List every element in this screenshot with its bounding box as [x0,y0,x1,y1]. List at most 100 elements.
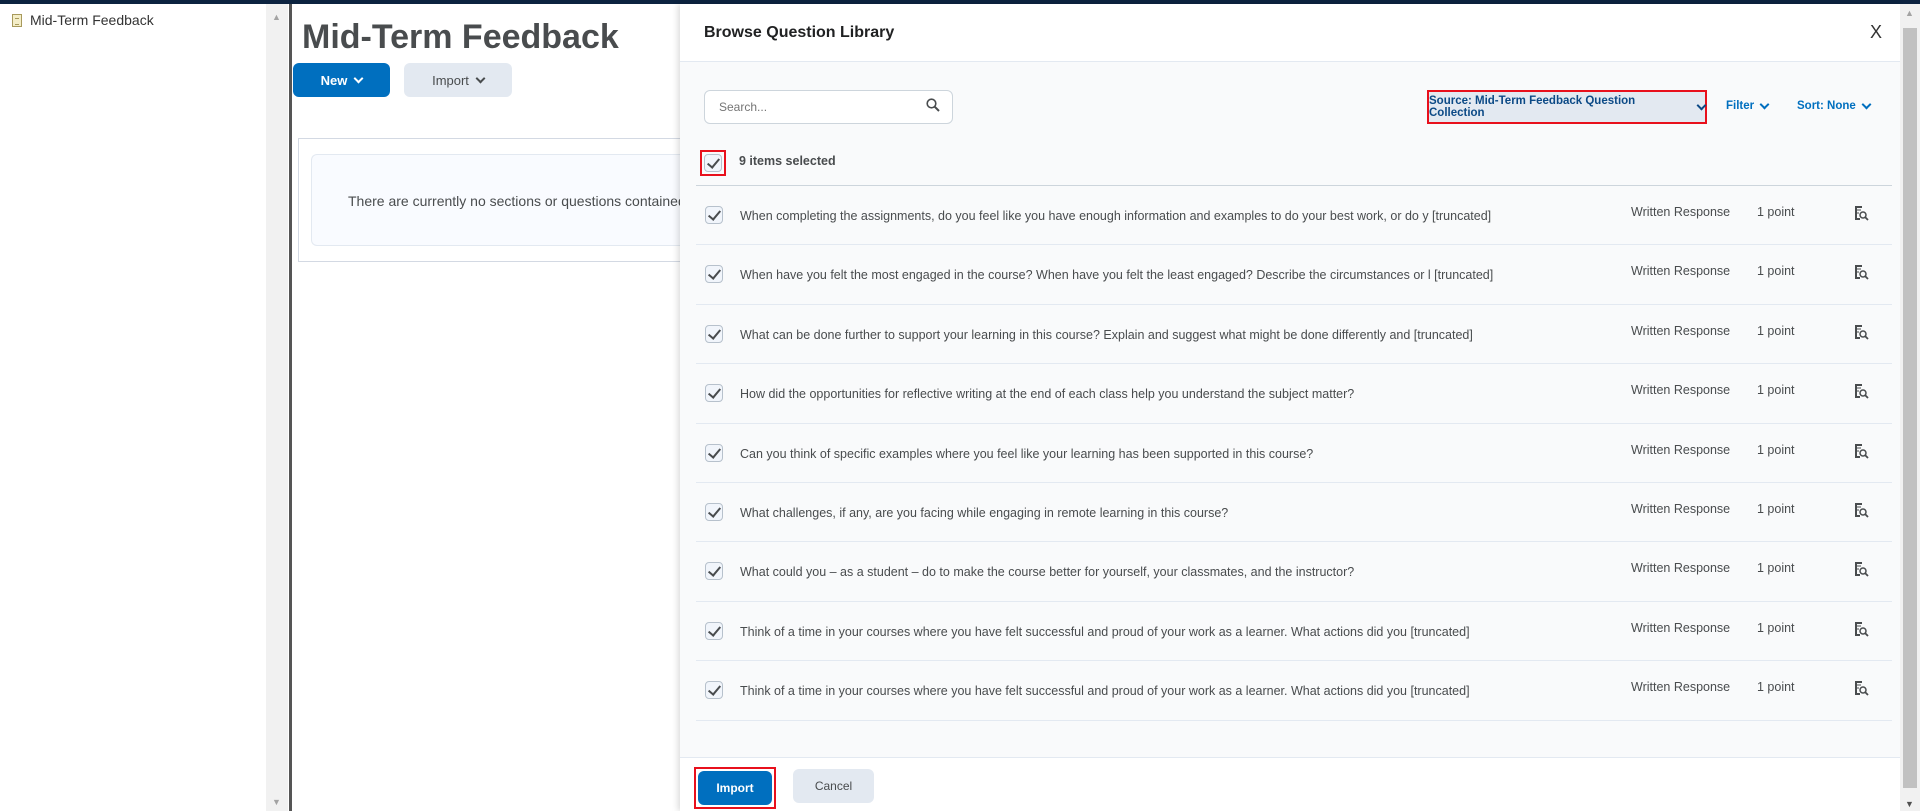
import-button-label: Import [716,781,754,795]
question-text: What can be done further to support your… [740,327,1473,342]
question-text: What challenges, if any, are you facing … [740,505,1229,520]
question-text: What could you – as a student – do to ma… [740,565,1355,580]
question-row[interactable]: Think of a time in your courses where yo… [696,602,1892,662]
preview-icon[interactable] [1853,264,1869,281]
question-list: When completing the assignments, do you … [696,185,1892,721]
question-points: 1 point [1757,383,1795,398]
question-checkbox[interactable] [705,681,723,700]
question-text: Think of a time in your courses where yo… [740,684,1470,699]
question-type: Written Response [1631,264,1731,279]
question-points: 1 point [1757,561,1795,576]
dialog-title: Browse Question Library [704,24,895,41]
dialog-header: Browse Question Library X [680,4,1900,62]
question-text: When completing the assignments, do you … [740,209,1492,223]
browse-question-library-dialog: Browse Question Library X Source: Mid-Te… [680,4,1900,811]
preview-icon[interactable] [1853,383,1869,399]
question-type: Written Response [1631,501,1731,516]
question-text: When have you felt the most engaged in t… [740,268,1494,283]
import-highlight: Import [694,767,776,809]
question-checkbox[interactable] [705,384,723,403]
preview-icon[interactable] [1853,621,1869,637]
sort-dropdown[interactable]: Sort: None [1797,99,1872,112]
question-row[interactable]: What challenges, if any, are you facing … [696,483,1892,543]
filter-label: Filter [1726,100,1755,112]
chevron-down-icon [1759,99,1770,109]
question-checkbox[interactable] [705,206,723,224]
question-type: Written Response [1631,383,1731,398]
page-title: Mid-Term Feedback [302,18,619,56]
document-icon [12,13,22,27]
chevron-down-icon [1696,100,1707,110]
question-row[interactable]: How did the opportunities for reflective… [696,364,1892,424]
sidebar: Mid-Term Feedback [0,4,266,811]
question-checkbox[interactable] [705,443,723,462]
sidebar-scrollbar[interactable]: ▲ ▼ [266,4,288,811]
scroll-down-icon[interactable]: ▼ [1905,799,1914,809]
search-icon[interactable] [926,98,940,112]
source-dropdown[interactable]: Source: Mid-Term Feedback Question Colle… [1427,90,1707,124]
question-row[interactable]: Can you think of specific examples where… [696,424,1892,483]
preview-icon[interactable] [1853,680,1869,696]
source-label: Source: Mid-Term Feedback Question Colle… [1429,95,1636,119]
chevron-down-icon [353,73,364,83]
new-label: New [320,72,348,88]
cancel-button[interactable]: Cancel [793,769,874,803]
question-points: 1 point [1757,680,1795,695]
question-points: 1 point [1757,501,1795,516]
question-checkbox[interactable] [705,621,723,640]
preview-icon[interactable] [1853,324,1869,340]
chevron-down-icon [475,73,486,83]
chevron-down-icon [1861,99,1872,109]
question-checkbox[interactable] [705,265,723,284]
question-type: Written Response [1631,205,1731,219]
scroll-up-icon[interactable]: ▲ [1905,8,1914,18]
question-type: Written Response [1631,323,1731,338]
preview-icon[interactable] [1853,502,1869,518]
cancel-button-label: Cancel [814,779,853,793]
question-type: Written Response [1631,561,1731,576]
dialog-scrollbar[interactable]: ▲ ▼ [1900,4,1920,811]
question-checkbox[interactable] [705,562,723,581]
question-points: 1 point [1757,264,1795,279]
question-type: Written Response [1631,442,1731,457]
empty-message: There are currently no sections or quest… [348,193,691,209]
import-button[interactable]: Import [698,771,772,805]
scroll-up-icon[interactable]: ▲ [272,12,281,22]
preview-icon[interactable] [1853,561,1869,577]
question-points: 1 point [1757,323,1795,338]
question-row[interactable]: When completing the assignments, do you … [696,186,1892,246]
scroll-down-icon[interactable]: ▼ [272,797,281,807]
question-text: Can you think of specific examples where… [740,446,1314,461]
select-all-highlight [700,150,726,176]
search-field[interactable] [704,90,953,124]
empty-state: There are currently no sections or quest… [311,154,691,246]
filter-dropdown[interactable]: Filter [1726,99,1770,112]
new-button[interactable]: New [293,63,390,97]
question-row[interactable]: What can be done further to support your… [696,305,1892,365]
main-content: Mid-Term Feedback New Import There are c… [292,4,691,811]
sidebar-item-label: Mid-Term Feedback [30,12,154,28]
sort-label: Sort: None [1797,100,1856,112]
import-menu-button[interactable]: Import [404,63,512,97]
select-all-checkbox[interactable] [704,154,722,172]
sidebar-item-mid-term-feedback[interactable]: Mid-Term Feedback [12,12,154,28]
question-row[interactable]: What could you – as a student – do to ma… [696,542,1892,602]
question-checkbox[interactable] [705,502,723,521]
preview-icon[interactable] [1853,205,1869,221]
question-points: 1 point [1757,205,1795,219]
question-checkbox[interactable] [705,324,723,343]
question-type: Written Response [1631,680,1731,695]
scrollbar-thumb[interactable] [1903,28,1917,788]
import-label: Import [432,72,469,88]
question-type: Written Response [1631,620,1731,635]
question-row[interactable]: Think of a time in your courses where yo… [696,661,1892,721]
question-points: 1 point [1757,442,1795,457]
question-text: How did the opportunities for reflective… [740,387,1355,402]
question-row[interactable]: When have you felt the most engaged in t… [696,245,1892,305]
dialog-footer: Import Cancel [680,757,1900,811]
question-text: Think of a time in your courses where yo… [740,624,1470,639]
preview-icon[interactable] [1853,443,1869,459]
selected-count: 9 items selected [739,154,836,168]
search-input[interactable] [719,100,909,114]
close-button[interactable]: X [1870,22,1882,43]
